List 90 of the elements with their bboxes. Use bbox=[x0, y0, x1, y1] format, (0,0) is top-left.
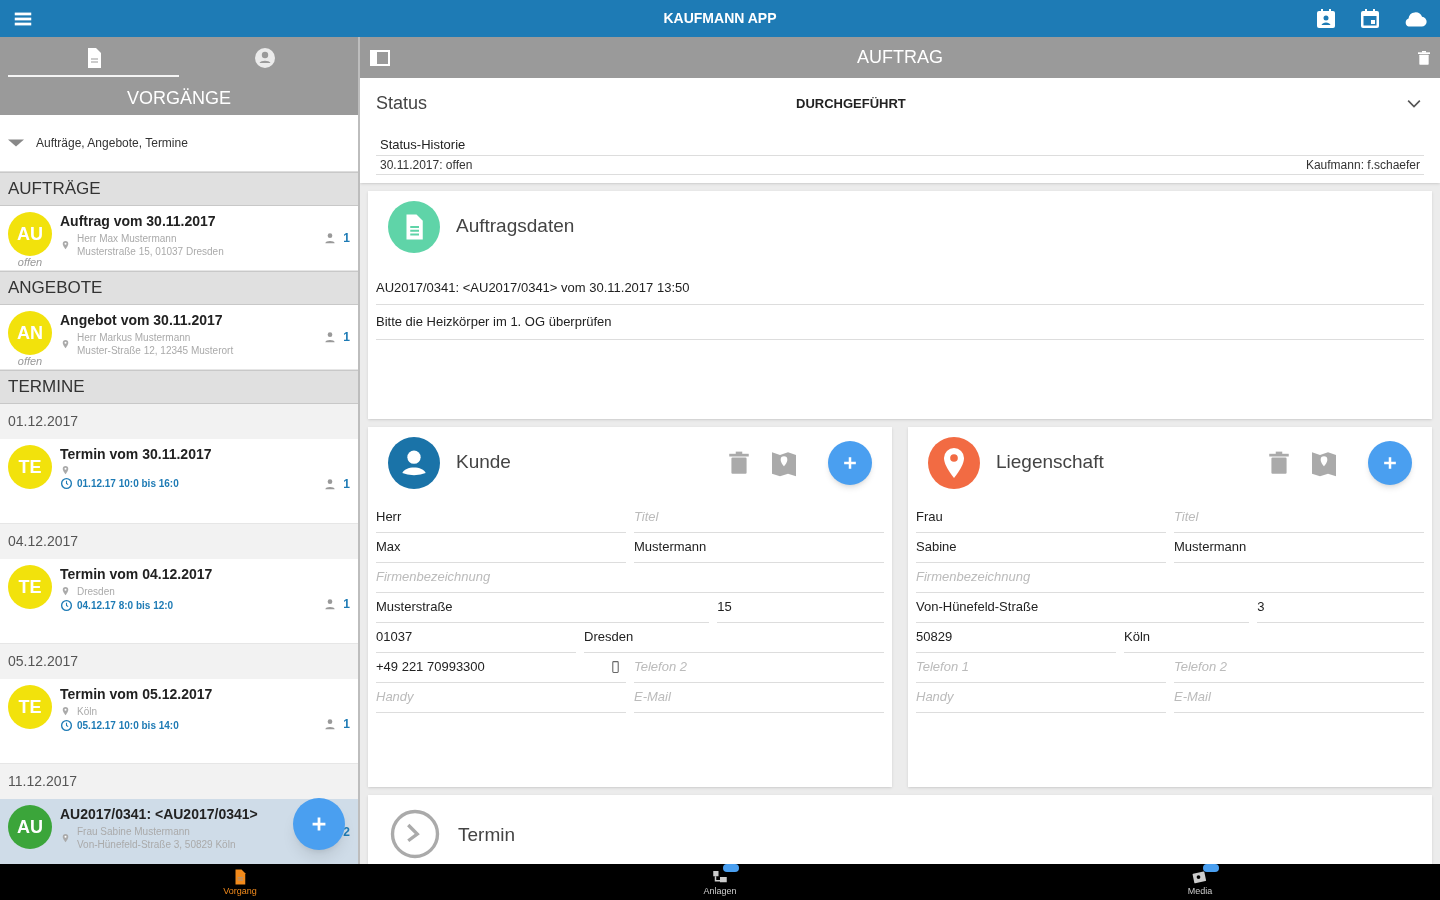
avatar-badge: AN bbox=[8, 311, 52, 355]
item-title: AU2017/0341: <AU2017/0341> bbox=[60, 805, 259, 823]
text-field[interactable]: +49 221 70993300 bbox=[376, 652, 626, 683]
card-title: Termin bbox=[458, 822, 515, 847]
clock-icon bbox=[60, 477, 73, 490]
address-text: Dresden bbox=[77, 585, 115, 598]
text-field[interactable]: Musterstraße bbox=[376, 592, 710, 623]
history-user: Kaufmann: f.schaefer bbox=[1305, 156, 1420, 174]
section-title: TERMINE bbox=[8, 376, 85, 399]
item-title: Termin vom 04.12.2017 bbox=[60, 565, 214, 583]
date-text: 05.12.2017 bbox=[8, 652, 79, 671]
item-title: Auftrag vom 30.11.2017 bbox=[60, 212, 217, 230]
media-icon bbox=[1191, 868, 1209, 886]
clock-icon bbox=[60, 599, 73, 612]
count-text: 2 bbox=[343, 823, 350, 841]
card-title: Kunde bbox=[456, 450, 511, 475]
order-text: Bitte die Heizkörper im 1. OG überprüfen bbox=[376, 305, 1424, 340]
status-text: offen bbox=[17, 355, 43, 367]
address-text: Frau Sabine Mustermann bbox=[77, 825, 191, 838]
avatar-badge: TE bbox=[8, 565, 52, 609]
avatar-badge: AU bbox=[8, 805, 52, 849]
section-title: ANGEBOTE bbox=[8, 277, 103, 300]
sidebar-title: VORGÄNGE bbox=[126, 87, 232, 110]
date-text: 11.12.2017 bbox=[8, 772, 78, 791]
text-field[interactable]: Herr bbox=[376, 502, 626, 533]
add-button[interactable] bbox=[828, 440, 872, 485]
text-field[interactable]: 01037 bbox=[376, 622, 576, 653]
status-value: DURCHGEFÜHRT bbox=[796, 94, 906, 113]
time-text: 05.12.17 10:0 bis 14:0 bbox=[77, 719, 179, 733]
address-text: Köln bbox=[77, 705, 97, 718]
count-text: 1 bbox=[343, 476, 350, 493]
text-field[interactable]: Mustermann bbox=[1174, 532, 1424, 563]
count-text: 1 bbox=[343, 230, 350, 247]
date-text: 04.12.2017 bbox=[8, 532, 79, 551]
calendar-person-icon[interactable] bbox=[1314, 6, 1338, 31]
item-title: Termin vom 05.12.2017 bbox=[60, 685, 214, 703]
count-text: 1 bbox=[343, 716, 350, 733]
text-field[interactable]: Mustermann bbox=[634, 532, 884, 563]
address-text: Herr Max Mustermann bbox=[77, 232, 178, 245]
item-title: Termin vom 30.11.2017 bbox=[60, 445, 213, 463]
card-title: Liegenschaft bbox=[996, 450, 1104, 475]
section-title: AUFTRÄGE bbox=[8, 178, 101, 201]
count-text: 1 bbox=[343, 596, 350, 613]
filter-text: Aufträge, Angebote, Termine bbox=[36, 135, 188, 152]
nav-item[interactable]: Media bbox=[960, 864, 1440, 900]
text-field[interactable]: Von-Hünefeld-Straße bbox=[916, 592, 1250, 623]
pin-icon bbox=[60, 832, 71, 844]
avatar-badge: TE bbox=[8, 445, 52, 489]
delete-icon[interactable] bbox=[1416, 49, 1432, 66]
pin-icon bbox=[60, 338, 71, 350]
order-text: AU2017/0341: <AU2017/0341> vom 30.11.2017 13:50 bbox=[376, 270, 1424, 305]
status-text: offen bbox=[17, 256, 43, 268]
list-item[interactable]: AU AU2017/0341: <AU2017/0341> Frau Sabine Mustermann Von-Hünefeld-Straße 3, 50829 Köln 2 bbox=[0, 799, 358, 864]
address-text: Herr Markus Mustermann bbox=[77, 331, 192, 344]
address-text: Musterstraße 15, 01037 Dresden bbox=[77, 245, 224, 258]
avatar-badge: AU bbox=[8, 212, 52, 256]
text-field[interactable]: 15 bbox=[717, 592, 884, 623]
pin-icon bbox=[60, 465, 71, 476]
card-title: Auftragsdaten bbox=[456, 214, 575, 239]
text-field[interactable]: Köln bbox=[1124, 622, 1424, 653]
status-label: Status bbox=[376, 92, 429, 115]
filter-icon bbox=[8, 139, 24, 147]
date-text: 01.12.2017 bbox=[8, 412, 79, 431]
time-text: 01.12.17 10:0 bis 16:0 bbox=[77, 477, 179, 491]
address-text: Von-Hünefeld-Straße 3, 50829 Köln bbox=[77, 838, 236, 851]
count-text: 1 bbox=[343, 329, 350, 346]
history-label: Status-Historie bbox=[376, 135, 1424, 156]
mobile-icon bbox=[609, 660, 622, 674]
nav-item[interactable]: Anlagen bbox=[480, 864, 960, 900]
text-field[interactable]: Sabine bbox=[916, 532, 1166, 563]
pin-icon bbox=[60, 586, 71, 597]
text-field[interactable]: Max bbox=[376, 532, 626, 563]
avatar-badge: TE bbox=[8, 685, 52, 729]
text-field[interactable]: Frau bbox=[916, 502, 1166, 533]
history-entry: 30.11.2017: offen bbox=[380, 156, 473, 174]
clock-icon bbox=[60, 719, 73, 732]
detail-title: AUFTRAG bbox=[857, 46, 943, 69]
time-text: 04.12.17 8:0 bis 12:0 bbox=[77, 599, 174, 613]
text-field[interactable]: 3 bbox=[1257, 592, 1424, 623]
pin-icon bbox=[60, 706, 71, 717]
app-title: KAUFMANN APP bbox=[663, 9, 777, 28]
nav-item[interactable]: Vorgang bbox=[0, 864, 480, 900]
person-icon bbox=[252, 46, 277, 70]
add-button[interactable] bbox=[1368, 440, 1412, 485]
address-text: Muster-Straße 12, 12345 Musterort bbox=[77, 344, 234, 357]
text-field[interactable]: 50829 bbox=[916, 622, 1116, 653]
pin-icon bbox=[60, 239, 71, 251]
text-field[interactable]: Dresden bbox=[584, 622, 884, 653]
item-title: Angebot vom 30.11.2017 bbox=[60, 311, 224, 329]
calendar-icon[interactable] bbox=[1358, 6, 1382, 31]
